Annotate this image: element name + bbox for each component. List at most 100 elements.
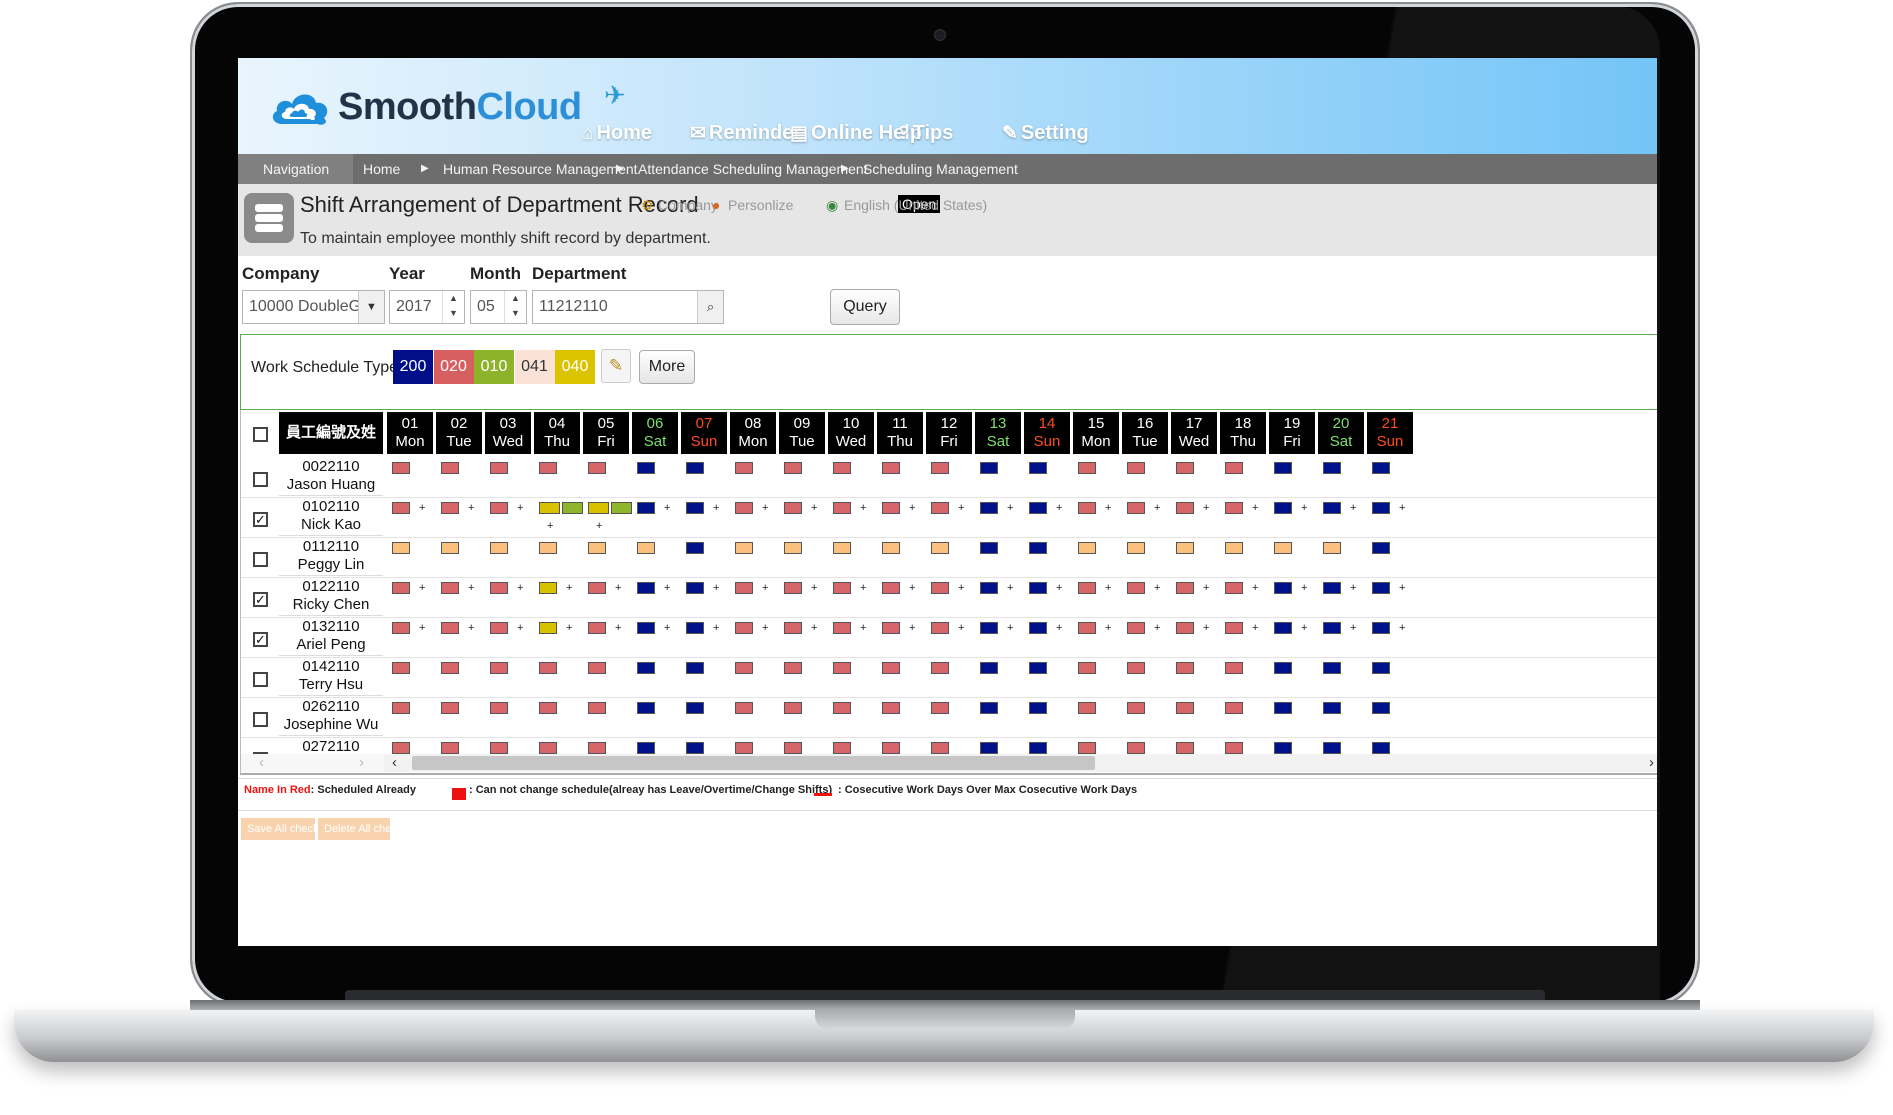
shift-cell[interactable] [1078,462,1096,474]
row-checkbox[interactable] [253,552,268,567]
add-shift-icon[interactable]: + [713,582,719,594]
shift-cell[interactable] [1225,582,1243,594]
shift-cell[interactable] [1274,582,1292,594]
shift-cell[interactable] [1323,662,1341,674]
scroll-left-icon[interactable]: ‹ [259,754,264,771]
shift-cell[interactable] [1029,502,1047,514]
shift-cell[interactable] [539,462,557,474]
shift-cell[interactable] [1176,462,1194,474]
scroll-right-icon[interactable]: › [1649,754,1654,771]
schedule-type-200[interactable]: 200 [393,350,433,384]
nav-home[interactable]: ⌂ Home [582,122,652,145]
shift-cell[interactable] [1176,622,1194,634]
shift-cell[interactable] [882,662,900,674]
shift-cell[interactable] [1372,462,1390,474]
shift-cell[interactable] [931,622,949,634]
shift-cell[interactable] [784,622,802,634]
row-checkbox[interactable] [253,472,268,487]
add-shift-icon[interactable]: + [1105,582,1111,594]
shift-cell[interactable] [441,582,459,594]
year-stepper[interactable]: 2017 ▲ ▼ [389,290,465,324]
add-shift-icon[interactable]: + [1399,582,1405,594]
add-shift-icon[interactable]: + [762,582,768,594]
add-shift-icon[interactable]: + [811,582,817,594]
shift-cell[interactable] [1176,662,1194,674]
row-checkbox[interactable] [253,712,268,727]
shift-cell[interactable] [784,502,802,514]
add-shift-icon[interactable]: + [1154,622,1160,634]
shift-cell[interactable] [686,742,704,754]
add-shift-icon[interactable]: + [860,582,866,594]
shift-cell[interactable] [980,462,998,474]
shift-cell[interactable] [686,502,704,514]
add-shift-icon[interactable]: + [762,502,768,514]
add-shift-icon[interactable]: + [1105,502,1111,514]
add-shift-icon[interactable]: + [1301,582,1307,594]
add-shift-icon[interactable]: + [1301,622,1307,634]
shift-cell[interactable] [490,542,508,554]
day-column-header[interactable]: 12 Fri [926,412,972,454]
add-shift-icon[interactable]: + [1399,622,1405,634]
shift-cell[interactable] [882,742,900,754]
add-shift-icon[interactable]: + [468,502,474,514]
day-column-header[interactable]: 11 Thu [877,412,923,454]
shift-cell[interactable] [1274,742,1292,754]
shift-cell[interactable] [539,622,557,634]
shift-cell[interactable] [931,582,949,594]
add-shift-icon[interactable]: + [811,622,817,634]
shift-cell[interactable] [882,582,900,594]
shift-cell[interactable] [833,582,851,594]
shift-cell[interactable] [1127,582,1145,594]
add-shift-icon[interactable]: + [713,502,719,514]
add-shift-icon[interactable]: + [1007,582,1013,594]
day-column-header[interactable]: 05 Fri [583,412,629,454]
shift-cell[interactable] [931,542,949,554]
shift-cell[interactable] [784,582,802,594]
shift-cell[interactable] [441,462,459,474]
shift-cell[interactable] [588,622,606,634]
add-shift-icon[interactable]: + [1350,502,1356,514]
shift-cell[interactable] [686,462,704,474]
shift-cell[interactable] [686,662,704,674]
add-shift-icon[interactable]: + [958,502,964,514]
shift-cell[interactable] [784,702,802,714]
add-shift-icon[interactable]: + [1007,622,1013,634]
shift-cell[interactable] [490,702,508,714]
add-shift-icon[interactable]: + [1154,582,1160,594]
shift-cell[interactable] [1078,662,1096,674]
shift-cell[interactable] [735,662,753,674]
shift-cell[interactable] [735,702,753,714]
shift-cell[interactable] [441,542,459,554]
shift-cell[interactable] [980,662,998,674]
shift-cell-010[interactable] [611,502,632,514]
shift-cell[interactable] [539,742,557,754]
day-column-header[interactable]: 04 Thu [534,412,580,454]
shift-cell[interactable] [539,542,557,554]
shift-cell[interactable] [392,542,410,554]
shift-cell[interactable] [637,502,655,514]
shift-cell[interactable] [1029,662,1047,674]
shift-cell[interactable] [980,582,998,594]
add-shift-icon[interactable]: + [1301,502,1307,514]
shift-cell[interactable] [1029,582,1047,594]
add-shift-icon[interactable]: + [1056,582,1062,594]
schedule-type-020[interactable]: 020 [433,350,474,384]
shift-cell[interactable] [1078,742,1096,754]
shift-cell[interactable] [1372,502,1390,514]
shift-cell[interactable] [784,462,802,474]
day-column-header[interactable]: 01 Mon [387,412,433,454]
add-shift-icon[interactable]: + [1203,622,1209,634]
delete-all-checked-button[interactable]: Delete All chec [318,818,390,840]
shift-cell[interactable] [1176,702,1194,714]
shift-cell[interactable] [392,502,410,514]
shift-cell[interactable] [539,702,557,714]
add-shift-icon[interactable]: + [419,502,425,514]
shift-cell[interactable] [833,622,851,634]
shift-cell[interactable] [1372,542,1390,554]
breadcrumb-hr[interactable]: Human Resource Management [443,154,638,184]
shift-cell[interactable] [588,462,606,474]
add-shift-icon[interactable]: + [1154,502,1160,514]
day-column-header[interactable]: 09 Tue [779,412,825,454]
add-shift-icon[interactable]: + [419,622,425,634]
shift-cell[interactable] [490,662,508,674]
